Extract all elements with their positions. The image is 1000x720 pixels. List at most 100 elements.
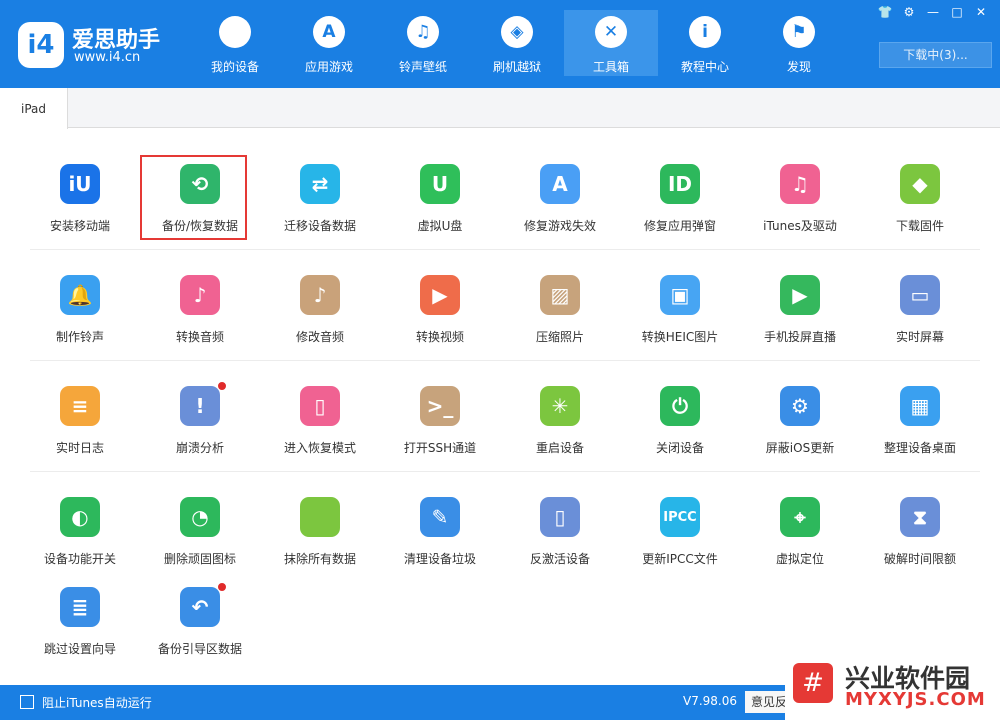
- tool-icon: ▶: [420, 275, 460, 315]
- tool-item[interactable]: ▦ 整理设备桌面: [865, 386, 975, 482]
- tool-icon: ⌖: [780, 497, 820, 537]
- tools-icon: ✕: [595, 16, 627, 48]
- tool-label: 虚拟定位: [775, 552, 824, 566]
- nav-item-5[interactable]: i 教程中心: [658, 10, 752, 76]
- maximize-icon[interactable]: □: [946, 3, 968, 21]
- tool-item[interactable]: ▯ 反激活设备: [505, 497, 615, 593]
- tool-item[interactable]: ♫ iTunes及驱动: [745, 164, 855, 260]
- tool-label: 反激活设备: [529, 552, 590, 566]
- tool-label: 转换视频: [415, 330, 464, 344]
- notification-badge: [217, 582, 227, 592]
- watermark-logo-icon: #: [793, 663, 833, 703]
- tool-item[interactable]: ⇄ 迁移设备数据: [265, 164, 375, 260]
- tool-label: 虚拟U盘: [417, 219, 463, 233]
- tool-item[interactable]: U 虚拟U盘: [385, 164, 495, 260]
- tool-item[interactable]: ↶ 备份引导区数据: [145, 582, 255, 683]
- tool-item[interactable]: >_ 打开SSH通道: [385, 386, 495, 482]
- tool-item[interactable]: ▭ 实时屏幕: [865, 275, 975, 371]
- tool-icon: ID: [660, 164, 700, 204]
- tool-label: 安装移动端: [49, 219, 110, 233]
- tool-icon: 🔔: [60, 275, 100, 315]
- tool-item[interactable]: A 修复游戏失效: [505, 164, 615, 260]
- version-label: V7.98.06: [683, 694, 738, 708]
- flag-icon: ⚑: [783, 16, 815, 48]
- device-tabbar: iPad: [0, 88, 1000, 129]
- tool-icon: iU: [60, 164, 100, 204]
- i4-logo-icon: i4: [18, 22, 64, 68]
- close-icon[interactable]: ✕: [970, 3, 992, 21]
- nav-label: 刷机越狱: [492, 60, 541, 74]
- tab-ipad[interactable]: iPad: [0, 88, 68, 129]
- nav-item-2[interactable]: ♫ 铃声壁纸: [376, 10, 470, 76]
- tool-label: 修复应用弹窗: [643, 219, 716, 233]
- tool-item[interactable]: ◐ 设备功能开关: [25, 497, 135, 593]
- tool-label: 下载固件: [895, 219, 944, 233]
- music-icon: ♫: [407, 16, 439, 48]
- tool-icon: ▭: [900, 275, 940, 315]
- tool-icon: ⚙: [780, 386, 820, 426]
- tool-label: 实时日志: [55, 441, 104, 455]
- nav-label: 我的设备: [210, 60, 259, 74]
- tool-item[interactable]: ◔ 删除顽固图标: [145, 497, 255, 593]
- tool-item[interactable]: iU 安装移动端: [25, 164, 135, 260]
- tool-item[interactable]: ✳ 重启设备: [505, 386, 615, 482]
- tool-item[interactable]: ✎ 清理设备垃圾: [385, 497, 495, 593]
- tool-label: 备份引导区数据: [157, 642, 242, 656]
- tool-icon: ▶: [780, 275, 820, 315]
- tool-item[interactable]: ! 崩溃分析: [145, 381, 255, 482]
- tool-icon: ◆: [900, 164, 940, 204]
- tool-label: 转换HEIC图片: [641, 330, 719, 344]
- tool-item[interactable]: 🔔 制作铃声: [25, 275, 135, 371]
- nav-label: 应用游戏: [304, 60, 353, 74]
- tool-item[interactable]: ⚙ 屏蔽iOS更新: [745, 386, 855, 482]
- tool-item[interactable]: ▯ 进入恢复模式: [265, 386, 375, 482]
- tool-item[interactable]: ♪ 转换音频: [145, 275, 255, 371]
- settings-icon[interactable]: ⚙: [898, 3, 920, 21]
- dropbox-icon: ◈: [501, 16, 533, 48]
- tool-icon: ▦: [900, 386, 940, 426]
- tool-icon: ⇄: [300, 164, 340, 204]
- tool-icon: ⏻: [660, 386, 700, 426]
- tool-label: 跳过设置向导: [43, 642, 116, 656]
- tool-item[interactable]: ⏻ 关闭设备: [625, 386, 735, 482]
- tool-icon: ♪: [180, 275, 220, 315]
- tool-label: 压缩照片: [535, 330, 584, 344]
- tool-label: 重启设备: [535, 441, 584, 455]
- skin-icon[interactable]: 👕: [874, 3, 896, 21]
- nav-label: 发现: [786, 60, 811, 74]
- tool-icon: ▣: [660, 275, 700, 315]
- tool-label: 修复游戏失效: [523, 219, 596, 233]
- nav-item-1[interactable]: A 应用游戏: [282, 10, 376, 76]
- tool-label: 清理设备垃圾: [403, 552, 476, 566]
- tool-label: 手机投屏直播: [763, 330, 836, 344]
- nav-item-0[interactable]: 我的设备: [188, 10, 282, 76]
- nav-label: 铃声壁纸: [398, 60, 447, 74]
- nav-item-3[interactable]: ◈ 刷机越狱: [470, 10, 564, 76]
- apple-icon: [219, 16, 251, 48]
- tool-icon: IPCC: [660, 497, 700, 537]
- tool-item[interactable]: ≡ 实时日志: [25, 386, 135, 482]
- tool-item[interactable]: ▨ 压缩照片: [505, 275, 615, 371]
- tool-item[interactable]: ◆ 下载固件: [865, 164, 975, 260]
- block-itunes-label: 阻止iTunes自动运行: [42, 696, 152, 710]
- download-button[interactable]: 下载中(3)...: [879, 42, 992, 68]
- nav-item-4[interactable]: ✕ 工具箱: [564, 10, 658, 76]
- nav-item-6[interactable]: ⚑ 发现: [752, 10, 846, 76]
- tool-label: 修改音频: [295, 330, 344, 344]
- tool-item[interactable]: ▣ 转换HEIC图片: [625, 275, 735, 371]
- minimize-icon[interactable]: —: [922, 3, 944, 21]
- tool-item[interactable]: ⌖ 虚拟定位: [745, 497, 855, 593]
- tool-item[interactable]: ID 修复应用弹窗: [625, 164, 735, 260]
- block-itunes-checkbox[interactable]: [20, 695, 34, 709]
- main-nav: 我的设备 A 应用游戏 ♫ 铃声壁纸 ◈ 刷机越狱 ✕ 工具箱 i 教程中心 ⚑ 发现: [188, 10, 846, 76]
- tool-item[interactable]: ▶ 手机投屏直播: [745, 275, 855, 371]
- nav-label: 工具箱: [592, 60, 629, 74]
- tool-item[interactable]: ♪ 修改音频: [265, 275, 375, 371]
- tool-item[interactable]: ⧗ 破解时间限额: [865, 497, 975, 593]
- tool-item[interactable]: ≣ 跳过设置向导: [25, 587, 135, 683]
- tool-icon: ▯: [300, 386, 340, 426]
- tool-icon: ◐: [60, 497, 100, 537]
- tool-item[interactable]: IPCC 更新IPCC文件: [625, 497, 735, 593]
- tool-item[interactable]: 抹除所有数据: [265, 497, 375, 593]
- tool-item[interactable]: ▶ 转换视频: [385, 275, 495, 371]
